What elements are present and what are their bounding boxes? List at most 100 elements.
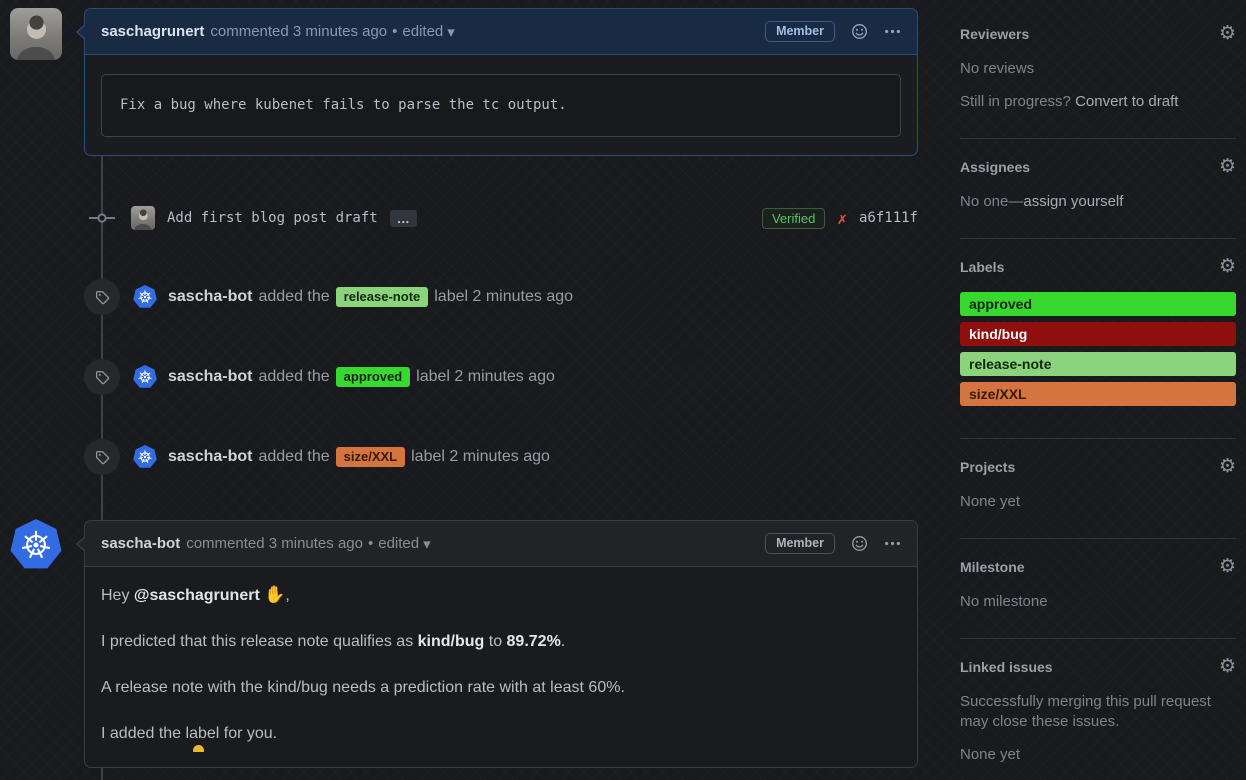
label-release-note[interactable]: release-note xyxy=(960,352,1236,376)
emoji-reaction-button[interactable] xyxy=(851,535,868,552)
label-badge[interactable]: size/XXL xyxy=(336,447,405,467)
comment-timestamp: commented 3 minutes ago xyxy=(186,535,363,552)
milestone-empty: No milestone xyxy=(960,592,1236,612)
timeline-line xyxy=(101,768,103,780)
label-kind-bug[interactable]: kind/bug xyxy=(960,322,1236,346)
member-badge: Member xyxy=(765,21,835,42)
linked-issues-empty: None yet xyxy=(960,745,1236,765)
comment-timestamp: commented 3 minutes ago xyxy=(210,23,387,40)
label-event-row: sascha-bot added the approved label 2 mi… xyxy=(84,359,918,395)
label-event-row: sascha-bot added the release-note label … xyxy=(84,279,918,315)
prediction-text: I predicted that this release note quali… xyxy=(101,633,418,650)
clipped-emoji xyxy=(193,745,204,752)
event-actor-link[interactable]: sascha-bot xyxy=(168,288,252,306)
sidebar-section-projects: Projects ⚙ None yet xyxy=(960,439,1236,539)
emoji-reaction-button[interactable] xyxy=(851,23,868,40)
comment-author-link[interactable]: saschagrunert xyxy=(101,23,204,40)
comment-paragraph: A release note with the kind/bug needs a… xyxy=(101,677,901,698)
gear-icon[interactable]: ⚙ xyxy=(1219,257,1236,276)
gear-icon[interactable]: ⚙ xyxy=(1219,157,1236,176)
commit-author-avatar[interactable] xyxy=(131,206,155,230)
labels-title: Labels xyxy=(960,259,1004,275)
gear-icon[interactable]: ⚙ xyxy=(1219,24,1236,43)
gear-icon[interactable]: ⚙ xyxy=(1219,657,1236,676)
commit-entry: Add first blog post draft … Verified ✗ a… xyxy=(84,204,918,232)
comment-author-link[interactable]: sascha-bot xyxy=(101,535,180,552)
projects-title: Projects xyxy=(960,459,1015,475)
dot-separator: • xyxy=(368,535,373,552)
linked-issues-title: Linked issues xyxy=(960,659,1053,675)
commit-hash-link[interactable]: a6f111f xyxy=(859,210,918,226)
event-suffix: label 2 minutes ago xyxy=(434,288,573,306)
event-text: sascha-bot added the release-note label … xyxy=(168,287,573,307)
comment-header: sascha-bot commented 3 minutes ago • edi… xyxy=(85,521,917,567)
label-badge[interactable]: approved xyxy=(336,367,411,387)
sidebar-section-reviewers: Reviewers ⚙ No reviews Still in progress… xyxy=(960,24,1236,139)
sidebar-section-milestone: Milestone ⚙ No milestone xyxy=(960,539,1236,639)
draft-hint: Still in progress? Convert to draft xyxy=(960,92,1236,112)
edited-dropdown[interactable]: edited ▾ xyxy=(402,23,454,41)
label-badge[interactable]: release-note xyxy=(336,287,429,307)
event-actor-link[interactable]: sascha-bot xyxy=(168,448,252,466)
kind-bug-bold: kind/bug xyxy=(418,633,485,650)
wave-emoji: ✋ xyxy=(264,585,285,604)
comment-paragraph: I added the label for you. xyxy=(101,723,901,744)
kubernetes-helm-icon xyxy=(137,369,153,385)
kebab-icon xyxy=(884,23,901,40)
commit-expand-button[interactable]: … xyxy=(390,210,417,227)
avatar-sascha-bot-large[interactable] xyxy=(10,519,62,571)
mention-link[interactable]: @saschagrunert xyxy=(134,587,260,604)
verified-badge[interactable]: Verified xyxy=(762,208,825,229)
avatar-sascha-bot[interactable] xyxy=(133,285,157,309)
avatar-sascha-bot[interactable] xyxy=(133,445,157,469)
assignees-title: Assignees xyxy=(960,159,1030,175)
status-failed-icon[interactable]: ✗ xyxy=(837,209,847,228)
kebab-menu-button[interactable] xyxy=(884,535,901,552)
convert-to-draft-link[interactable]: Convert to draft xyxy=(1075,93,1178,110)
avatar-sascha-bot[interactable] xyxy=(133,365,157,389)
tag-icon xyxy=(94,369,111,386)
kubernetes-helm-icon xyxy=(19,528,53,562)
comment-body: Fix a bug where kubenet fails to parse t… xyxy=(85,55,917,156)
gear-icon[interactable]: ⚙ xyxy=(1219,557,1236,576)
event-icon-circle xyxy=(84,439,120,475)
gear-icon[interactable]: ⚙ xyxy=(1219,457,1236,476)
kebab-menu-button[interactable] xyxy=(884,23,901,40)
sidebar-section-labels: Labels ⚙ approved kind/bug release-note … xyxy=(960,239,1236,439)
draft-hint-text: Still in progress? xyxy=(960,93,1071,110)
event-actor-link[interactable]: sascha-bot xyxy=(168,368,252,386)
commit-message-link[interactable]: Add first blog post draft xyxy=(167,210,378,226)
member-badge: Member xyxy=(765,533,835,554)
comment-paragraph: Hey @saschagrunert ✋, xyxy=(101,584,901,606)
milestone-title: Milestone xyxy=(960,559,1025,575)
projects-empty: None yet xyxy=(960,492,1236,512)
code-block: Fix a bug where kubenet fails to parse t… xyxy=(101,74,901,137)
edited-dropdown[interactable]: edited ▾ xyxy=(378,535,430,553)
dot-separator: • xyxy=(392,23,397,40)
event-text: sascha-bot added the approved label 2 mi… xyxy=(168,367,555,387)
linked-issues-hint: Successfully merging this pull request m… xyxy=(960,692,1236,732)
smiley-icon xyxy=(851,535,868,552)
percentage-bold: 89.72% xyxy=(507,633,561,650)
event-action: added the xyxy=(258,448,329,466)
comment-body: Hey @saschagrunert ✋, I predicted that t… xyxy=(85,567,917,744)
event-suffix: label 2 minutes ago xyxy=(416,368,555,386)
assignees-empty: No one—assign yourself xyxy=(960,192,1236,212)
avatar-saschagrunert[interactable] xyxy=(10,8,62,60)
prediction-suffix: . xyxy=(561,633,565,650)
reviewers-title: Reviewers xyxy=(960,26,1029,42)
tag-icon xyxy=(94,449,111,466)
event-action: added the xyxy=(258,368,329,386)
greeting-suffix: , xyxy=(285,587,289,604)
assign-yourself-link[interactable]: assign yourself xyxy=(1023,193,1123,210)
tag-icon xyxy=(94,289,111,306)
event-action: added the xyxy=(258,288,329,306)
edited-label: edited xyxy=(402,23,443,40)
comment-sascha-bot: sascha-bot commented 3 minutes ago • edi… xyxy=(84,520,918,768)
event-text: sascha-bot added the size/XXL label 2 mi… xyxy=(168,447,550,467)
label-approved[interactable]: approved xyxy=(960,292,1236,316)
git-commit-icon xyxy=(89,210,115,226)
sidebar: Reviewers ⚙ No reviews Still in progress… xyxy=(960,24,1236,780)
label-size-xxl[interactable]: size/XXL xyxy=(960,382,1236,406)
pull-request-conversation: saschagrunert commented 3 minutes ago • … xyxy=(0,0,1246,780)
